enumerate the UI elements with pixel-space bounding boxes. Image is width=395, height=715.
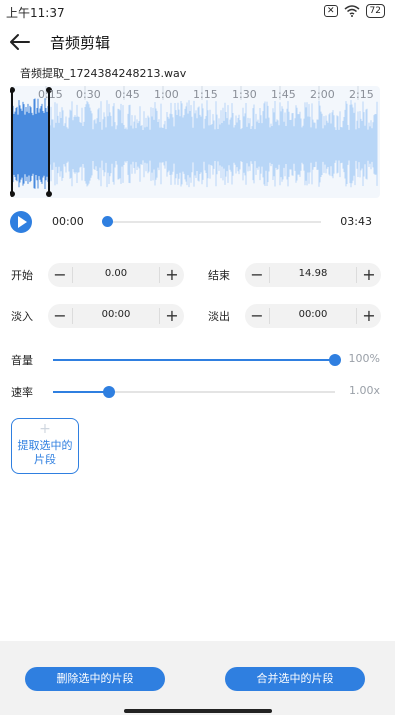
fadeout-stepper: − 00:00 + bbox=[245, 304, 381, 328]
status-icons: ✕ 72 bbox=[324, 4, 385, 18]
tick-label: 0:30 bbox=[76, 88, 101, 101]
speed-slider[interactable] bbox=[53, 386, 335, 398]
sim-icon: ✕ bbox=[324, 5, 338, 17]
start-plus-button[interactable]: + bbox=[160, 263, 184, 287]
selection-handle-dot bbox=[46, 191, 52, 197]
start-stepper: − 0.00 + bbox=[48, 263, 184, 287]
fadein-value[interactable]: 00:00 bbox=[72, 309, 160, 320]
bottom-action-bar: 删除选中的片段 合并选中的片段 bbox=[0, 641, 395, 715]
audio-player: 00:00 03:43 bbox=[10, 211, 382, 233]
play-button[interactable] bbox=[10, 211, 32, 233]
status-time: 上午11:37 bbox=[6, 6, 65, 20]
tick-label: 1:45 bbox=[271, 88, 296, 101]
start-value[interactable]: 0.00 bbox=[72, 268, 160, 279]
end-label: 结束 bbox=[208, 269, 230, 282]
battery-icon: 72 bbox=[365, 4, 385, 18]
volume-label: 音量 bbox=[11, 354, 33, 367]
delete-selection-button[interactable]: 删除选中的片段 bbox=[25, 667, 165, 691]
fadeout-minus-button[interactable]: − bbox=[245, 304, 269, 328]
fadein-label: 淡入 bbox=[11, 310, 33, 323]
extract-selection-button[interactable]: + 提取选中的片段 bbox=[11, 418, 79, 474]
speed-slider-fill bbox=[53, 391, 110, 393]
end-value[interactable]: 14.98 bbox=[269, 268, 357, 279]
fadein-stepper: − 00:00 + bbox=[48, 304, 184, 328]
fadeout-plus-button[interactable]: + bbox=[357, 304, 381, 328]
tick-label: 0:15 bbox=[38, 88, 63, 101]
tick-label: 1:00 bbox=[154, 88, 179, 101]
total-time: 03:43 bbox=[340, 215, 372, 228]
trim-row-fade: 淡入 − 00:00 + 淡出 − 00:00 + bbox=[11, 304, 386, 328]
start-minus-button[interactable]: − bbox=[48, 263, 72, 287]
speed-label: 速率 bbox=[11, 386, 33, 399]
wifi-icon bbox=[344, 5, 360, 17]
volume-slider-knob[interactable] bbox=[329, 354, 341, 366]
start-label: 开始 bbox=[11, 269, 33, 282]
end-plus-button[interactable]: + bbox=[357, 263, 381, 287]
fadein-plus-button[interactable]: + bbox=[160, 304, 184, 328]
playback-progress-track[interactable] bbox=[106, 221, 321, 223]
volume-value: 100% bbox=[348, 352, 380, 365]
volume-slider-fill bbox=[53, 359, 335, 361]
tick-label: 2:15 bbox=[349, 88, 374, 101]
merge-selection-button[interactable]: 合并选中的片段 bbox=[225, 667, 365, 691]
speed-value: 1.00x bbox=[348, 384, 380, 397]
plus-icon: + bbox=[39, 421, 51, 437]
selection-handle-dot bbox=[10, 191, 15, 197]
waveform[interactable] bbox=[10, 86, 380, 198]
trim-row-start-end: 开始 − 0.00 + 结束 − 14.98 + bbox=[11, 263, 386, 287]
file-name: 音频提取_1724384248213.wav bbox=[20, 67, 187, 80]
fadeout-value[interactable]: 00:00 bbox=[269, 309, 357, 320]
home-indicator bbox=[124, 709, 272, 713]
end-stepper: − 14.98 + bbox=[245, 263, 381, 287]
speed-row: 速率 1.00x bbox=[11, 382, 386, 402]
timeline-ticks: 0:15 0:30 0:45 1:00 1:15 1:30 1:45 2:00 … bbox=[10, 86, 380, 101]
current-time: 00:00 bbox=[52, 215, 84, 228]
tick-label: 1:30 bbox=[232, 88, 257, 101]
playback-progress-knob[interactable] bbox=[102, 216, 113, 227]
tick-label: 0:45 bbox=[115, 88, 140, 101]
tick-label: 1:15 bbox=[193, 88, 218, 101]
volume-row: 音量 100% bbox=[11, 350, 386, 370]
header: 音频剪辑 bbox=[0, 24, 395, 60]
status-bar: 上午11:37 ✕ 72 bbox=[0, 0, 395, 24]
page-title: 音频剪辑 bbox=[50, 34, 111, 52]
volume-slider[interactable] bbox=[53, 354, 341, 366]
waveform-editor[interactable]: 0:15 0:30 0:45 1:00 1:15 1:30 1:45 2:00 … bbox=[10, 86, 380, 198]
play-icon bbox=[18, 216, 27, 228]
end-minus-button[interactable]: − bbox=[245, 263, 269, 287]
tick-label: 2:00 bbox=[310, 88, 335, 101]
fadeout-label: 淡出 bbox=[208, 310, 230, 323]
back-arrow-icon[interactable] bbox=[8, 30, 32, 54]
fadein-minus-button[interactable]: − bbox=[48, 304, 72, 328]
extract-selection-label: 提取选中的片段 bbox=[17, 439, 73, 466]
speed-slider-knob[interactable] bbox=[103, 386, 116, 398]
